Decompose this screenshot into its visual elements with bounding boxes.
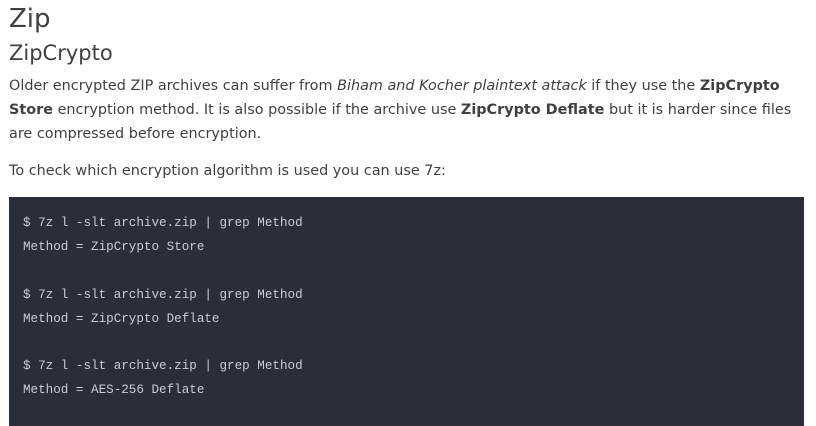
intro-text-2: if they use the [586,78,700,94]
code-block[interactable]: $ 7z l -slt archive.zip | grep Method Me… [9,197,804,426]
code-command: $ 7z l -slt archive.zip | grep Method [23,287,303,302]
page-title: Zip [9,4,51,34]
intro-text-1: Older encrypted ZIP archives can suffer … [9,78,338,94]
method-deflate: ZipCrypto Deflate [460,102,605,118]
code-spacer [23,331,790,355]
intro-paragraph: Older encrypted ZIP archives can suffer … [9,74,804,146]
code-command: $ 7z l -slt archive.zip | grep Method [23,216,303,230]
code-output: Method = ZipCrypto Deflate [23,311,220,326]
attack-name: Biham and Kocher plaintext attack [337,78,587,94]
code-command: $ 7z l -slt archive.zip | grep Method [23,359,303,373]
section-title: ZipCrypto [9,41,113,65]
article-content: Zip ZipCrypto Older encrypted ZIP archiv… [9,0,804,183]
code-output: Method = ZipCrypto Store [23,240,205,254]
code-output: Method = AES-256 Deflate [23,383,205,397]
intro-text-3: encryption method. It is also possible i… [53,102,461,118]
check-paragraph: To check which encryption algorithm is u… [9,163,446,179]
code-spacer [23,259,790,283]
